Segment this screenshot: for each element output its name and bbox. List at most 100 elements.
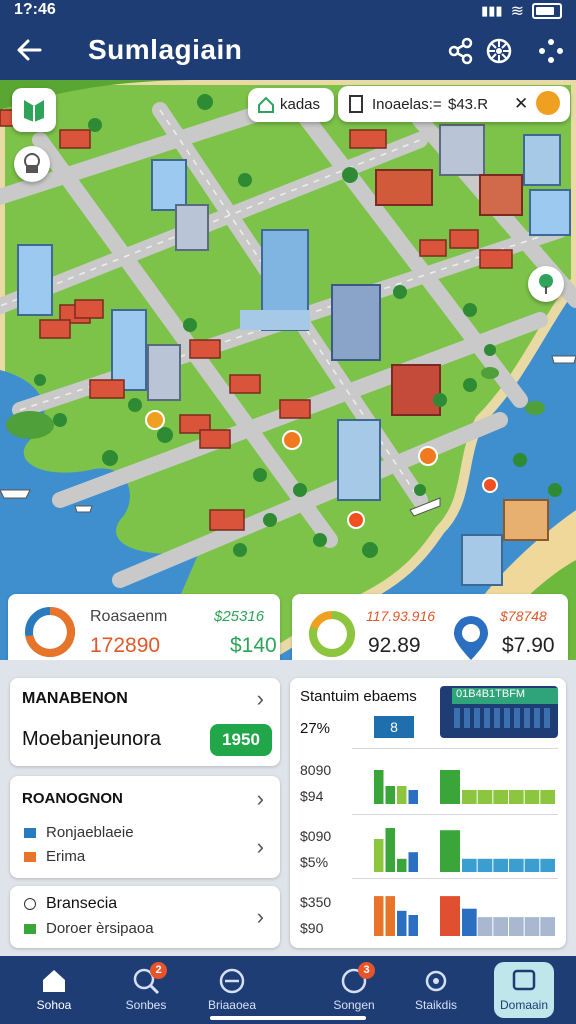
nav-home-label: Sohoa [36, 998, 72, 1012]
status-bar: 1?:46 ▮▮▮ ≋ [0, 0, 576, 22]
nav-domain-label: Domaain [499, 998, 549, 1012]
stats-panel[interactable]: Stantuim ebaems 01B4B1TBFM 27% 8 8090 $9… [290, 678, 566, 948]
chart-5-bar-3 [397, 910, 407, 936]
resource-card[interactable]: ROANOGNON › › Ronjaeblaeie Erima [10, 776, 280, 878]
home-indicator [210, 1016, 366, 1020]
more-button[interactable] [536, 36, 566, 66]
bar-charts [374, 770, 555, 936]
back-button[interactable] [12, 32, 48, 68]
chart-4-bar-5 [509, 858, 524, 872]
chevron-right-icon[interactable]: › [257, 686, 264, 712]
management-subtitle: Moebanjeunora [22, 728, 161, 750]
chart-6-bar-7 [540, 917, 555, 936]
home-icon [39, 966, 69, 996]
nav-home[interactable]: Sohoa [14, 962, 94, 1018]
stat-left-title: Roasaenm [90, 608, 168, 625]
resource-swatch-2 [24, 852, 36, 862]
chevron-right-icon[interactable]: › [257, 834, 264, 860]
menu-map-button[interactable] [12, 88, 56, 132]
house-icon [258, 96, 274, 113]
city-map[interactable]: kadas Inoaelas:= $43.R ✕ [0, 80, 576, 666]
nav-domain[interactable]: Domaain [494, 962, 554, 1018]
location-pin-icon [454, 616, 488, 660]
chart-2-bar-5 [509, 790, 524, 804]
coin-icon [536, 91, 560, 115]
chat-icon: 3 [339, 962, 375, 996]
stat-right-top-left: 117.93.916 [366, 608, 436, 624]
chart-2-bar-4 [493, 790, 508, 804]
chart-1-bar-2 [385, 786, 395, 804]
chart-1-bar-3 [397, 786, 407, 804]
nav-stats-label: Staikdis [414, 998, 458, 1012]
chart-4-bar-2 [462, 858, 477, 872]
briefcase-icon [217, 966, 247, 996]
city-map-canvas [0, 80, 576, 666]
resource-item-1-label: Ronjaeblaeie [46, 824, 134, 841]
building-select-button[interactable] [14, 146, 50, 182]
settings-button[interactable] [484, 36, 514, 66]
management-card[interactable]: MANABENON › Moebanjeunora 1950 [10, 678, 280, 766]
wifi-icon: ≋ [510, 3, 524, 20]
management-action-button[interactable]: 1950 [210, 724, 272, 756]
tree-map-button[interactable] [528, 266, 564, 302]
arrow-left-icon [17, 39, 42, 61]
chart-4-bar-6 [524, 858, 540, 872]
chevron-right-icon[interactable]: › [257, 786, 264, 812]
nav-messages[interactable]: 3 Songen [314, 962, 394, 1018]
chart-4-bar-4 [493, 858, 508, 872]
nav-stats[interactable]: Staikdis [396, 962, 476, 1018]
share-icon [448, 37, 473, 65]
chevron-right-icon[interactable]: › [257, 904, 264, 930]
gear-icon [421, 966, 451, 996]
stat-right-main-left: 92.89 [368, 634, 421, 657]
stat-left-right: $140 [230, 634, 277, 657]
chart-5-bar-2 [385, 896, 395, 936]
nav-search-badge: 2 [150, 962, 167, 979]
gear-icon [486, 38, 512, 64]
resource-heading: ROANOGNON [22, 790, 123, 807]
chart-6-bar-5 [509, 917, 524, 936]
resource-item-2-label: Erima [46, 848, 86, 865]
chart-4-bar-7 [540, 858, 555, 872]
stat-left-main: 172890 [90, 634, 161, 657]
chart-5-bar-1 [374, 896, 384, 936]
chart-1-bar-4 [408, 790, 418, 804]
chart-3-bar-2 [385, 828, 395, 872]
share-button[interactable] [446, 36, 476, 66]
chart-4-bar-1 [440, 830, 460, 872]
bottom-nav: Sohoa 2 Sonbes Briaaoea 3 Songen Staikdi… [0, 956, 576, 1024]
chart-2-bar-1 [440, 770, 460, 804]
branch-card[interactable]: Bransecia › Doroer èrsipaoa [10, 886, 280, 948]
battery-icon [532, 3, 562, 19]
resource-swatch-1 [24, 828, 36, 838]
nav-messages-label: Songen [333, 998, 375, 1012]
chart-2-bar-6 [524, 790, 540, 804]
tree-icon [539, 274, 553, 294]
close-icon[interactable]: ✕ [514, 94, 528, 114]
app-header: Sumlagiain [0, 22, 576, 80]
building-icon [24, 153, 40, 173]
signal-icon: ▮▮▮ [481, 3, 503, 18]
stat-left-top: $25316 [214, 608, 265, 625]
chart-2-bar-2 [462, 790, 477, 804]
branch-swatch [24, 924, 36, 934]
zone-chip[interactable]: kadas [248, 88, 334, 122]
radio-icon[interactable] [24, 898, 36, 910]
chart-6-bar-3 [477, 917, 493, 936]
donut-chart-left [25, 607, 75, 657]
status-time: 1?:46 [14, 1, 56, 18]
chart-3-bar-3 [397, 858, 407, 872]
donut-chart-right [309, 611, 355, 657]
nav-search[interactable]: 2 Sonbes [106, 962, 186, 1018]
more-dots-icon [539, 39, 563, 63]
stat-card-left[interactable]: Roasaenm 172890 $25316 $140 [8, 594, 280, 668]
document-icon [349, 95, 363, 113]
search-chip[interactable]: Inoaelas:= $43.R ✕ [338, 86, 570, 122]
chart-4-bar-3 [477, 858, 493, 872]
management-heading: MANABENON [22, 690, 128, 707]
chart-3-bar-1 [374, 839, 384, 872]
chart-3-bar-4 [408, 852, 418, 872]
window-icon [509, 966, 539, 996]
nav-briefcase[interactable]: Briaaoea [192, 962, 272, 1018]
status-icons: ▮▮▮ ≋ [481, 1, 562, 21]
